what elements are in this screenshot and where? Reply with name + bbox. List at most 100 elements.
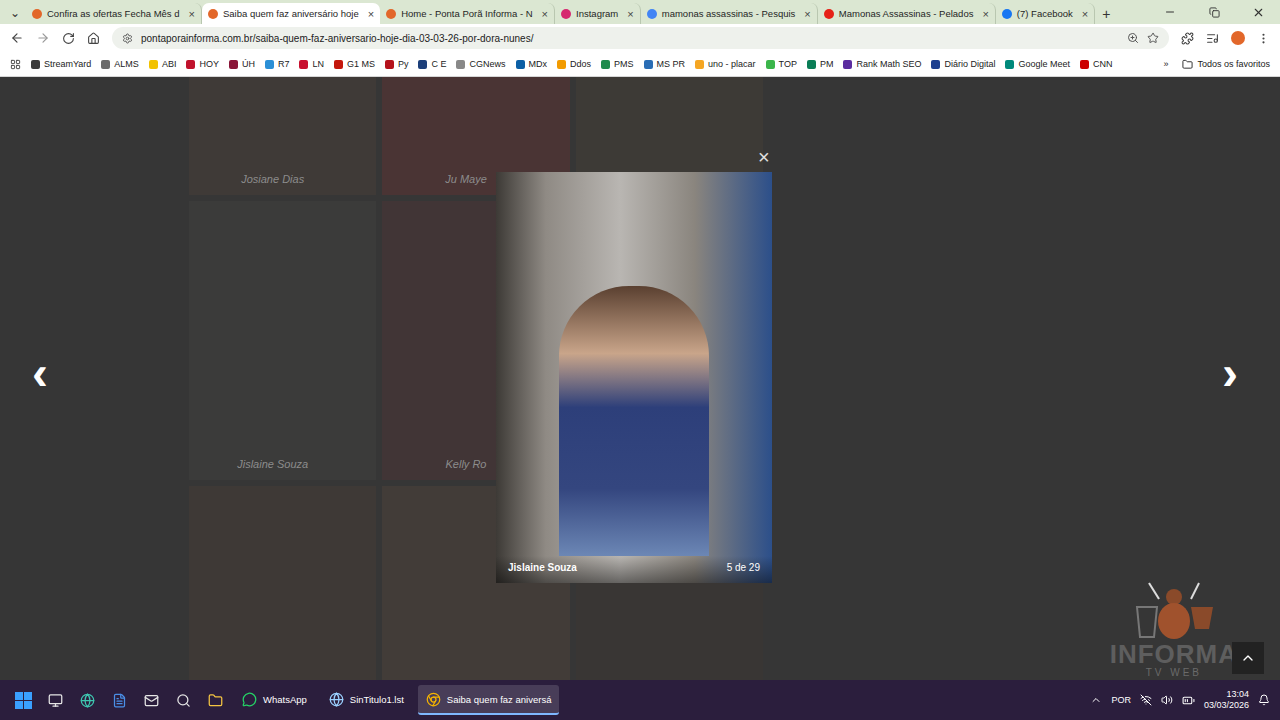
bookmark[interactable]: CGNews: [456, 59, 505, 69]
back-icon[interactable]: [10, 31, 24, 45]
mail-icon[interactable]: [138, 685, 164, 715]
search-icon[interactable]: [170, 685, 196, 715]
tab-search-button[interactable]: ⌄: [4, 2, 26, 24]
photo-counter: 5 de 29: [727, 562, 760, 573]
bookmark[interactable]: ALMS: [101, 59, 139, 69]
bookmark[interactable]: ABI: [149, 59, 177, 69]
minimize-button[interactable]: [1148, 0, 1192, 24]
edge-icon[interactable]: [74, 685, 100, 715]
photo-name: Jislaine Souza: [508, 562, 577, 573]
media-icon[interactable]: [1206, 32, 1219, 45]
browser-tab[interactable]: Confira as ofertas Fecha Mês d ×: [26, 3, 202, 24]
browser-tab[interactable]: (7) Facebook×: [996, 3, 1095, 24]
favicon-icon: [1002, 9, 1012, 19]
restore-button[interactable]: [1192, 0, 1236, 24]
bookmark[interactable]: MS PR: [644, 59, 686, 69]
bookmark-star-icon[interactable]: [1147, 32, 1159, 44]
tab-close-button[interactable]: ×: [368, 8, 374, 20]
browser-tab[interactable]: Saiba quem faz aniversário hoje×: [202, 3, 380, 24]
site-info-icon[interactable]: [122, 33, 133, 44]
extensions-icon[interactable]: [1181, 32, 1194, 45]
gourd-logo-icon: [1129, 579, 1219, 641]
notifications-icon[interactable]: [1258, 694, 1270, 706]
gallery-tile[interactable]: Jislaine Souza: [189, 201, 376, 480]
tab-label: Mamonas Assassinas - Pelados: [839, 8, 974, 19]
tab-label: Confira as ofertas Fecha Mês d: [47, 8, 180, 19]
bookmark[interactable]: Rank Math SEO: [843, 59, 921, 69]
home-icon[interactable]: [87, 32, 100, 45]
tab-close-button[interactable]: ×: [982, 8, 988, 20]
bookmark-icon: [766, 60, 775, 69]
scroll-top-button[interactable]: [1232, 642, 1264, 674]
start-button[interactable]: [10, 685, 36, 715]
bookmark[interactable]: Diário Digital: [931, 59, 995, 69]
browser-tab[interactable]: Instagram×: [555, 3, 641, 24]
bookmark[interactable]: PMS: [601, 59, 634, 69]
lightbox-close-button[interactable]: ×: [756, 145, 772, 169]
profile-icon[interactable]: [1231, 31, 1245, 45]
language-indicator[interactable]: POR: [1111, 695, 1131, 705]
bookmark[interactable]: Ddos: [557, 59, 591, 69]
favicon-icon: [561, 9, 571, 19]
network-icon[interactable]: [1140, 694, 1152, 706]
more-bookmarks-button[interactable]: »: [1163, 59, 1168, 69]
taskbar-app[interactable]: WhatsApp: [234, 685, 315, 715]
task-view-icon[interactable]: [42, 685, 68, 715]
whatsapp-icon: [242, 692, 257, 707]
zoom-icon[interactable]: [1127, 32, 1139, 44]
hidden-icons-icon[interactable]: [1090, 694, 1102, 706]
address-bar[interactable]: pontaporainforma.com.br/saiba-quem-faz-a…: [112, 27, 1169, 49]
browser-tab[interactable]: Mamonas Assassinas - Pelados ×: [818, 3, 996, 24]
taskbar-app[interactable]: Saiba quem faz aniversá: [418, 685, 560, 715]
bookmark[interactable]: Py: [385, 59, 409, 69]
tab-close-button[interactable]: ×: [542, 8, 548, 20]
next-arrow[interactable]: ›: [1218, 349, 1242, 397]
windows-icon: [15, 692, 32, 709]
favicon-icon: [32, 9, 42, 19]
bookmark[interactable]: ÚH: [229, 59, 255, 69]
forward-icon[interactable]: [36, 31, 50, 45]
bookmark[interactable]: PM: [807, 59, 834, 69]
tab-close-button[interactable]: ×: [1082, 8, 1088, 20]
page: Josiane DiasJu MayeJislaine SouzaKelly R…: [0, 77, 1280, 680]
new-tab-button[interactable]: +: [1095, 3, 1117, 24]
bookmark-icon: [149, 60, 158, 69]
gallery-tile[interactable]: Josiane Dias: [189, 77, 376, 195]
explorer-icon[interactable]: [202, 685, 228, 715]
bookmark[interactable]: TOP: [766, 59, 797, 69]
close-window-button[interactable]: [1236, 0, 1280, 24]
battery-icon[interactable]: [1182, 694, 1195, 707]
tab-close-button[interactable]: ×: [627, 8, 633, 20]
bookmark[interactable]: LN: [299, 59, 324, 69]
bookmark-icon: [931, 60, 940, 69]
menu-icon[interactable]: [1257, 32, 1270, 45]
bookmark[interactable]: StreamYard: [31, 59, 91, 69]
taskbar-app[interactable]: SinTitulo1.lst: [321, 685, 412, 715]
bookmark-icon: [334, 60, 343, 69]
browser-tab[interactable]: mamonas assassinas - Pesquis×: [641, 3, 818, 24]
apps-icon[interactable]: [10, 59, 21, 70]
all-bookmarks-folder[interactable]: Todos os favoritos: [1182, 59, 1270, 70]
bookmark[interactable]: R7: [265, 59, 290, 69]
bookmark[interactable]: Google Meet: [1005, 59, 1070, 69]
bookmark[interactable]: G1 MS: [334, 59, 375, 69]
tab-close-button[interactable]: ×: [804, 8, 810, 20]
bookmark-icon: [229, 60, 238, 69]
bookmark-icon: [601, 60, 610, 69]
tab-close-button[interactable]: ×: [189, 8, 195, 20]
reload-icon[interactable]: [62, 32, 75, 45]
system-tray: POR 13:0403/03/2026: [1090, 689, 1270, 712]
bookmark-icon: [807, 60, 816, 69]
bookmark[interactable]: C E: [418, 59, 446, 69]
bookmark[interactable]: CNN: [1080, 59, 1113, 69]
gallery-tile[interactable]: [189, 486, 376, 680]
bookmark[interactable]: MDx: [516, 59, 548, 69]
word-icon[interactable]: [106, 685, 132, 715]
bookmark[interactable]: uno - placar: [695, 59, 756, 69]
screen: ⌄Confira as ofertas Fecha Mês d×Saiba qu…: [0, 0, 1280, 720]
previous-arrow[interactable]: ‹: [28, 349, 52, 397]
browser-tab[interactable]: Home - Ponta Porã Informa - N×: [380, 3, 555, 24]
bookmark[interactable]: HOY: [186, 59, 219, 69]
volume-icon[interactable]: [1161, 694, 1173, 706]
clock[interactable]: 13:0403/03/2026: [1204, 689, 1249, 712]
